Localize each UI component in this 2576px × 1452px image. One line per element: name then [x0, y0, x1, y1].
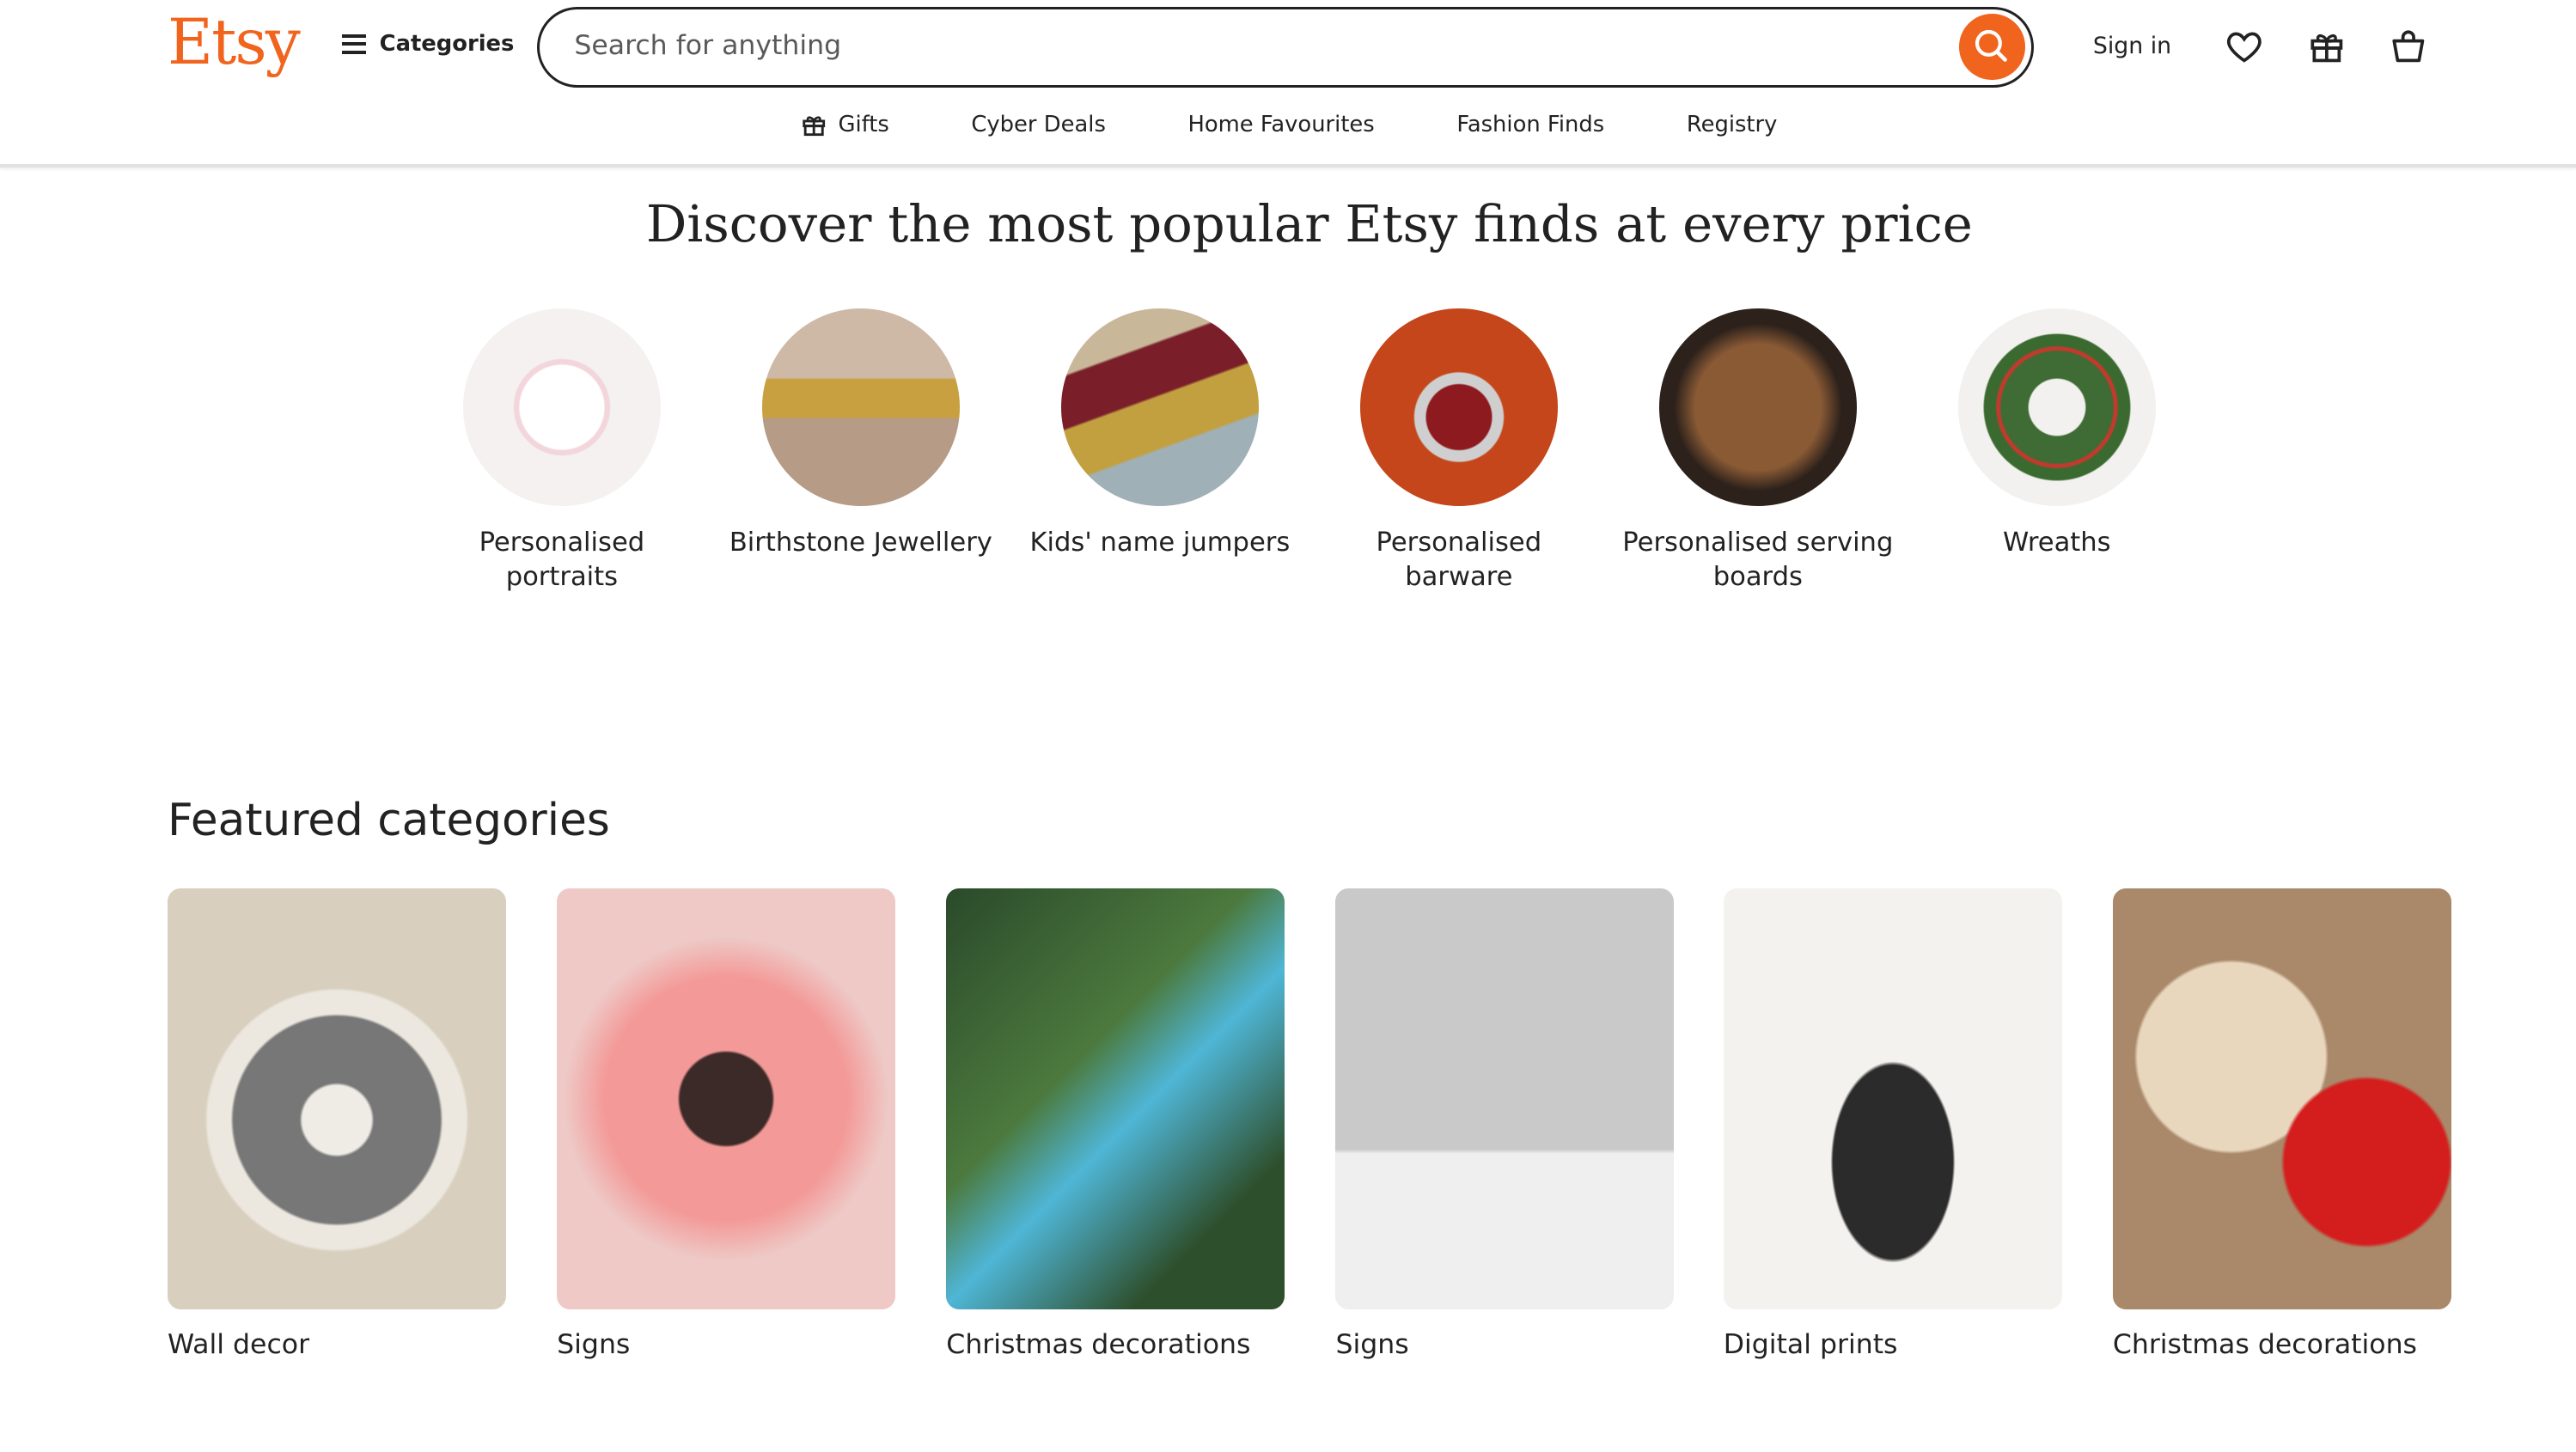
nav-cyber-deals[interactable]: Cyber Deals — [971, 110, 1105, 139]
card-label: Signs — [557, 1328, 631, 1360]
search-bar — [537, 6, 2035, 88]
featured-card[interactable]: Digital prints — [1723, 888, 2062, 1360]
item-image — [463, 308, 661, 506]
card-image — [1335, 888, 1675, 1309]
popular-item[interactable]: Kids' name jumpers — [1020, 308, 1299, 560]
nav-home-favourites[interactable]: Home Favourites — [1187, 110, 1374, 139]
card-image — [557, 888, 896, 1309]
popular-item[interactable]: Wreaths — [1917, 308, 2196, 560]
card-label: Wall decor — [168, 1328, 310, 1360]
card-image — [168, 888, 506, 1309]
card-label: Christmas decorations — [2112, 1328, 2417, 1360]
item-image — [1061, 308, 1259, 506]
card-label: Christmas decorations — [946, 1328, 1251, 1360]
card-image — [2112, 888, 2451, 1309]
featured-card[interactable]: Christmas decorations — [946, 888, 1285, 1360]
item-image — [762, 308, 960, 506]
item-label: Personalised serving boards — [1622, 527, 1894, 592]
item-label: Personalised portraits — [479, 527, 645, 592]
gift-icon[interactable] — [2305, 25, 2348, 68]
top-nav: Gifts Cyber Deals Home Favourites Fashio… — [0, 110, 2576, 139]
nav-fashion-finds[interactable]: Fashion Finds — [1456, 110, 1604, 139]
menu-icon — [341, 34, 367, 54]
nav-label: Gifts — [838, 112, 889, 138]
featured-card[interactable]: Signs — [557, 888, 896, 1360]
item-label: Kids' name jumpers — [1029, 527, 1291, 558]
etsy-logo[interactable]: Etsy — [168, 7, 301, 79]
hero-title: Discover the most popular Etsy finds at … — [645, 193, 1973, 253]
card-image — [1723, 888, 2062, 1309]
card-image — [946, 888, 1285, 1309]
categories-button[interactable]: Categories — [341, 31, 515, 58]
search-icon — [1975, 30, 2008, 63]
sign-in-link[interactable]: Sign in — [2093, 33, 2171, 59]
popular-item[interactable]: Personalised barware — [1319, 308, 1598, 595]
nav-registry[interactable]: Registry — [1687, 110, 1778, 139]
heart-icon[interactable] — [2223, 25, 2266, 68]
item-image — [1659, 308, 1857, 506]
categories-label: Categories — [379, 31, 515, 58]
popular-item[interactable]: Personalised portraits — [422, 308, 701, 595]
featured-card[interactable]: Wall decor — [168, 888, 506, 1360]
card-label: Digital prints — [1723, 1328, 1898, 1360]
featured-title: Featured categories — [168, 795, 610, 847]
item-label: Birthstone Jewellery — [729, 527, 992, 558]
search-button[interactable] — [1959, 14, 2025, 80]
nav-gifts[interactable]: Gifts — [799, 110, 889, 139]
gift-icon — [802, 116, 825, 137]
item-label: Wreaths — [2003, 527, 2111, 558]
item-image — [1958, 308, 2156, 506]
featured-card[interactable]: Signs — [1335, 888, 1675, 1360]
shopping-bag-icon[interactable] — [2387, 25, 2430, 68]
item-image — [1360, 308, 1558, 506]
card-label: Signs — [1335, 1328, 1409, 1360]
header-divider — [0, 164, 2576, 168]
featured-card[interactable]: Christmas decorations — [2112, 888, 2451, 1360]
popular-item[interactable]: Personalised serving boards — [1618, 308, 1897, 595]
search-input[interactable] — [571, 28, 1925, 64]
item-label: Personalised barware — [1376, 527, 1542, 592]
popular-item[interactable]: Birthstone Jewellery — [721, 308, 1000, 560]
